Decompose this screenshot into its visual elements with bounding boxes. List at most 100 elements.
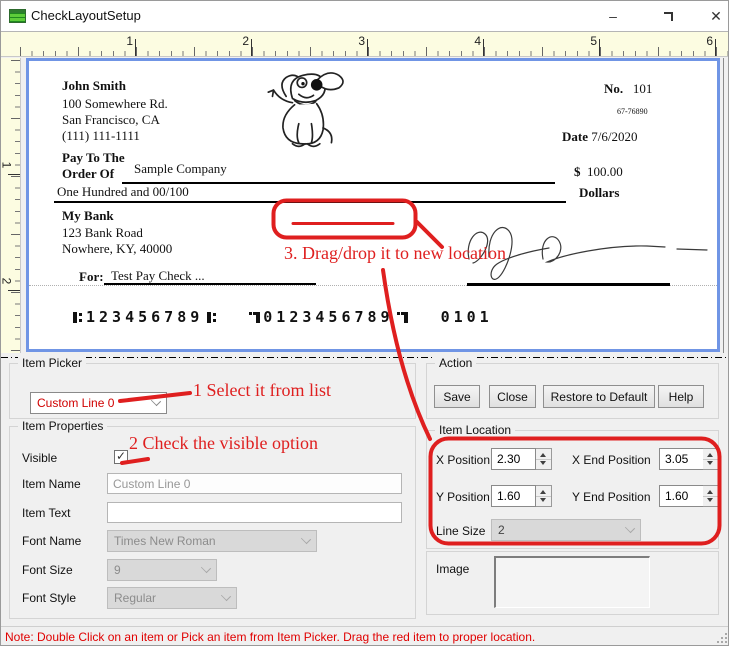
h-ruler-number: 4 (461, 34, 481, 48)
spin-down-icon (540, 498, 546, 502)
micr-onus-icon (249, 311, 260, 324)
payer-phone[interactable]: (111) 111-1111 (62, 128, 140, 144)
for-label: For: (79, 269, 104, 285)
date-value: 7/6/2020 (591, 129, 637, 144)
item-name-field[interactable] (107, 473, 402, 494)
check-number-row[interactable]: No. 101 (604, 81, 652, 97)
check-preview[interactable]: John Smith 100 Somewhere Rd. San Francis… (26, 58, 720, 352)
bank-name[interactable]: My Bank (62, 208, 114, 224)
spin-down-icon (707, 461, 713, 465)
payer-name[interactable]: John Smith (62, 78, 126, 94)
help-button[interactable]: Help (658, 385, 704, 408)
item-picker-group-label: Item Picker (18, 356, 86, 370)
save-button[interactable]: Save (434, 385, 480, 408)
date-row[interactable]: Date 7/6/2020 (562, 129, 637, 145)
x-end-position-value: 3.05 (665, 452, 688, 466)
font-name-label: Font Name (22, 534, 81, 548)
check-panel-edge (723, 58, 724, 353)
close-button[interactable]: ✕ (700, 1, 729, 31)
h-ruler-number: 6 (693, 34, 713, 48)
micr-transit-icon (206, 311, 217, 324)
font-name-value: Times New Roman (114, 534, 216, 548)
payer-address2[interactable]: San Francisco, CA (62, 112, 160, 128)
minimize-icon: – (609, 8, 617, 24)
resize-grip[interactable] (717, 633, 727, 643)
bank-address1[interactable]: 123 Bank Road (62, 225, 143, 241)
font-size-dropdown[interactable]: 9 (107, 559, 217, 581)
x-end-position-field[interactable]: 3.05 (659, 448, 704, 470)
chevron-down-icon (151, 396, 161, 406)
minimize-button[interactable]: – (597, 1, 629, 31)
visible-checkbox[interactable]: ✓ (114, 450, 128, 464)
amount-words-underline (54, 201, 566, 203)
x-position-field[interactable]: 2.30 (491, 448, 536, 470)
item-name-label: Item Name (22, 477, 81, 491)
maximize-button[interactable] (652, 1, 684, 31)
item-properties-group: Item Properties Visible ✓ Item Name Item… (9, 426, 416, 619)
font-style-value: Regular (114, 591, 156, 605)
item-location-group-label: Item Location (435, 423, 515, 437)
font-style-label: Font Style (22, 591, 76, 605)
item-text-field[interactable] (107, 502, 402, 523)
check-layout-setup-window: CheckLayoutSetup – ✕ 123456 12 John Smit… (0, 0, 729, 646)
chevron-down-icon (221, 591, 231, 601)
spin-down-icon (540, 461, 546, 465)
memo-underline (104, 283, 316, 285)
spin-up-icon (707, 453, 713, 457)
payer-address1[interactable]: 100 Somewhere Rd. (62, 96, 168, 112)
dollars-label: Dollars (579, 185, 619, 201)
item-picker-group: Item Picker Custom Line 0 (9, 363, 416, 419)
y-end-position-stepper[interactable] (703, 485, 719, 507)
y-position-stepper[interactable] (536, 485, 552, 507)
window-title: CheckLayoutSetup (31, 8, 141, 23)
line-size-dropdown[interactable]: 2 (491, 519, 641, 541)
h-ruler-number: 5 (577, 34, 597, 48)
image-label: Image (436, 562, 469, 576)
image-group: Image (426, 551, 719, 615)
item-text-label: Item Text (22, 506, 70, 520)
item-picker-dropdown[interactable]: Custom Line 0 (30, 392, 167, 414)
font-style-dropdown[interactable]: Regular (107, 587, 237, 609)
page-break-line (1, 357, 729, 358)
font-size-label: Font Size (22, 563, 73, 577)
micr-check-number: 0101 (441, 308, 493, 326)
micr-transit-icon (72, 311, 83, 324)
h-ruler-number: 3 (345, 34, 365, 48)
payee-name[interactable]: Sample Company (134, 161, 227, 177)
chevron-down-icon (301, 534, 311, 544)
fraction-code[interactable]: 67-76890 (617, 107, 648, 116)
y-end-position-field[interactable]: 1.60 (659, 485, 704, 507)
y-end-position-label: Y End Position (572, 490, 651, 504)
signature-line (467, 283, 670, 286)
y-position-value: 1.60 (497, 489, 520, 503)
close-action-button[interactable]: Close (489, 385, 536, 408)
horizontal-ruler: 123456 (1, 31, 729, 57)
amount-words[interactable]: One Hundred and 00/100 (57, 184, 189, 200)
x-position-stepper[interactable] (536, 448, 552, 470)
image-preview-box[interactable] (494, 556, 650, 608)
x-end-position-stepper[interactable] (703, 448, 719, 470)
close-icon: ✕ (710, 8, 722, 25)
v-ruler-number: 1 (0, 162, 13, 169)
h-ruler-number: 2 (229, 34, 249, 48)
dollar-sign: $ (574, 164, 581, 179)
restore-default-button[interactable]: Restore to Default (543, 385, 655, 408)
v-ruler-number: 2 (0, 278, 13, 285)
title-bar: CheckLayoutSetup – ✕ (1, 1, 728, 31)
y-position-field[interactable]: 1.60 (491, 485, 536, 507)
x-position-label: X Position (436, 453, 490, 467)
amount-value: 100.00 (587, 164, 623, 179)
spin-down-icon (707, 498, 713, 502)
micr-line[interactable]: 123456789 0123456789 0101 (69, 308, 493, 326)
dog-clipart[interactable] (249, 69, 357, 149)
vertical-ruler: 12 (1, 58, 21, 353)
chevron-down-icon (201, 563, 211, 573)
font-name-dropdown[interactable]: Times New Roman (107, 530, 317, 552)
visible-label: Visible (22, 451, 57, 465)
action-group-label: Action (435, 356, 476, 370)
spin-up-icon (707, 490, 713, 494)
memo-text[interactable]: Test Pay Check ... (111, 268, 205, 284)
amount-row[interactable]: $ 100.00 (574, 164, 623, 180)
bank-address2[interactable]: Nowhere, KY, 40000 (62, 241, 172, 257)
line-size-label: Line Size (436, 524, 485, 538)
